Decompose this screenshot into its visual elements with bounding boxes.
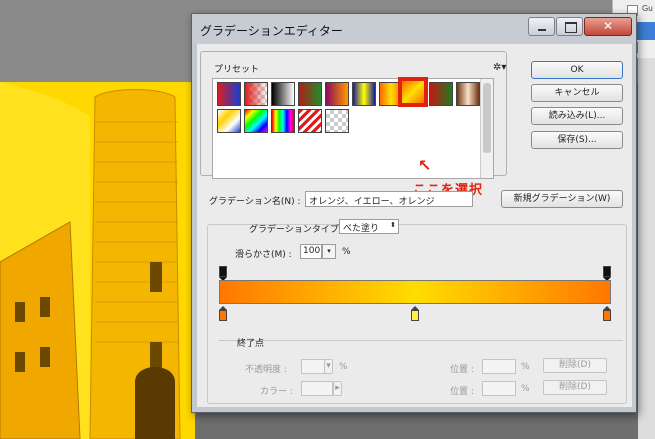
dialog-title: グラデーションエディター (200, 24, 343, 38)
opacity-location-unit: % (521, 362, 530, 372)
color-dropdown-icon[interactable]: ▸ (333, 381, 342, 396)
gradient-name-label: グラデーション名(N) : (209, 197, 301, 207)
opacity-stop-right[interactable] (603, 266, 611, 281)
new-gradient-button[interactable]: 新規グラデーション(W) (501, 190, 623, 208)
opacity-dropdown-icon[interactable]: ▾ (324, 359, 333, 374)
color-location-label: 位置 : (450, 387, 474, 397)
opacity-unit: % (339, 362, 348, 372)
stops-title: 終了点 (237, 339, 265, 349)
opacity-stop-left[interactable] (219, 266, 227, 281)
ok-button[interactable]: OK (531, 61, 623, 79)
close-icon: ✕ (602, 19, 614, 33)
gradient-editor-dialog: グラデーションエディター ✕ プリセット ✲▾ ↖ OK キャンセル 読み込み(… (191, 13, 637, 413)
close-button[interactable]: ✕ (584, 17, 632, 36)
annotation-arrow-icon: ↖ (418, 156, 432, 175)
dialog-body: プリセット ✲▾ ↖ ここを選択 (197, 44, 632, 407)
color-stop-right[interactable] (603, 306, 611, 321)
title-bar[interactable]: グラデーションエディター ✕ (192, 14, 636, 44)
maximize-button[interactable] (556, 17, 583, 36)
gradient-type-value: べた塗り (343, 224, 380, 234)
preset-scrollbar[interactable] (480, 79, 493, 178)
preset-swatch[interactable] (244, 109, 268, 133)
gradient-name-input[interactable]: オレンジ、イエロー、オレンジ (305, 191, 473, 207)
opacity-location-label: 位置 : (450, 365, 474, 375)
opacity-location-input[interactable] (482, 359, 516, 374)
load-button[interactable]: 読み込み(L)... (531, 107, 623, 125)
document-canvas (0, 82, 195, 439)
preset-swatch[interactable] (298, 109, 322, 133)
preset-swatch-selected[interactable] (398, 77, 428, 107)
gradient-type-select[interactable]: べた塗り ⬍ (339, 219, 399, 234)
color-stop-middle[interactable] (411, 306, 419, 321)
opacity-input[interactable] (301, 359, 325, 374)
preset-swatch[interactable] (352, 82, 376, 106)
scrollbar-thumb[interactable] (483, 83, 491, 153)
opacity-delete-button[interactable]: 削除(D) (543, 358, 607, 373)
preset-swatch[interactable] (325, 109, 349, 133)
gradient-bar[interactable] (219, 280, 611, 304)
smoothness-label: 滑らかさ(M) : (235, 250, 292, 260)
presets-label: プリセット (214, 65, 260, 75)
color-location-unit: % (521, 384, 530, 394)
opacity-label: 不透明度 : (245, 365, 287, 375)
panel-strip (638, 0, 655, 439)
gear-icon[interactable]: ✲▾ (493, 62, 506, 73)
chevron-down-icon: ⬍ (390, 221, 396, 229)
preset-swatch[interactable] (456, 82, 480, 106)
photo-image (0, 82, 195, 439)
preset-swatch[interactable] (271, 82, 295, 106)
preset-swatch[interactable] (429, 82, 453, 106)
color-label: カラー : (260, 387, 293, 397)
cancel-button[interactable]: キャンセル (531, 84, 623, 102)
preset-swatch[interactable] (271, 109, 295, 133)
color-stop-left[interactable] (219, 306, 227, 321)
preset-swatch[interactable] (298, 82, 322, 106)
smoothness-input[interactable]: 100 (300, 244, 322, 259)
preset-swatch[interactable] (217, 109, 241, 133)
color-location-input[interactable] (482, 381, 516, 396)
preset-swatch[interactable] (217, 82, 241, 106)
presets-group: プリセット ✲▾ ↖ ここを選択 (200, 51, 507, 198)
preset-swatch-grid: ↖ ここを選択 (212, 77, 494, 198)
save-button[interactable]: 保存(S)... (531, 131, 623, 149)
layer-label: Gu (642, 4, 653, 13)
preset-swatch[interactable] (244, 82, 268, 106)
smoothness-unit: % (342, 247, 351, 257)
minimize-button[interactable] (528, 17, 555, 36)
preset-swatch[interactable] (325, 82, 349, 106)
gradient-type-label: グラデーションタイプ : (249, 225, 345, 235)
smoothness-dropdown-icon[interactable]: ▾ (322, 244, 336, 259)
color-delete-button[interactable]: 削除(D) (543, 380, 607, 395)
color-swatch-input[interactable] (301, 381, 333, 396)
